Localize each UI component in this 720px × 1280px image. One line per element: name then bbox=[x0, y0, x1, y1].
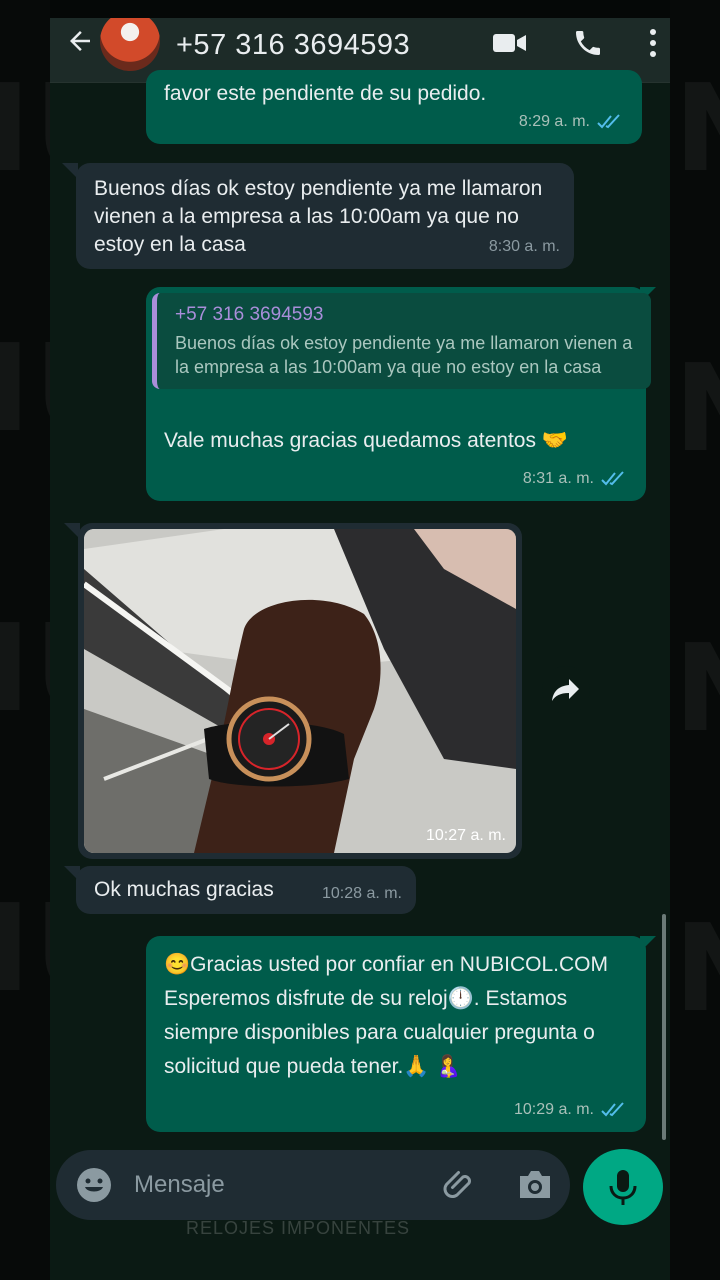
message-input-bar[interactable]: Mensaje bbox=[56, 1150, 570, 1220]
message-meta: 8:31 a. m. bbox=[523, 465, 628, 493]
chat-screen: +57 316 3694593 favor este pendiente de … bbox=[50, 18, 670, 1280]
double-check-icon bbox=[601, 1102, 624, 1117]
watermark-brand: NUBI bbox=[0, 600, 50, 739]
message-meta: 10:29 a. m. bbox=[514, 1096, 628, 1124]
watermark-brand: NUBI bbox=[674, 340, 720, 479]
video-call-icon[interactable] bbox=[492, 30, 528, 56]
message-outgoing[interactable]: favor este pendiente de su pedido. 8:29 … bbox=[146, 70, 642, 144]
message-input[interactable]: Mensaje bbox=[134, 1171, 225, 1199]
watermark-brand: NUBI bbox=[674, 900, 720, 1039]
message-time: 8:29 a. m. bbox=[518, 113, 590, 130]
message-outgoing[interactable]: 😊Gracias usted por confiar en NUBICOL.CO… bbox=[146, 936, 646, 1132]
contact-avatar[interactable] bbox=[100, 18, 160, 71]
right-watermark-strip: NUBI NUBI NUBI NUBI bbox=[670, 0, 720, 1280]
message-outgoing-reply[interactable]: +57 316 3694593 Buenos días ok estoy pen… bbox=[146, 287, 651, 501]
camera-icon[interactable] bbox=[516, 1167, 554, 1208]
emoji-icon[interactable] bbox=[76, 1167, 112, 1203]
message-time: 8:30 a. m. bbox=[488, 238, 560, 255]
back-arrow-icon[interactable] bbox=[60, 21, 100, 61]
mic-button[interactable] bbox=[583, 1149, 663, 1225]
message-text: Vale muchas gracias quedamos atentos 🤝 bbox=[164, 429, 568, 452]
watermark-brand: NUBI bbox=[674, 60, 720, 199]
more-options-icon[interactable] bbox=[648, 27, 658, 59]
message-incoming[interactable]: Buenos días ok estoy pendiente ya me lla… bbox=[76, 163, 574, 269]
watermark-brand: NUBI bbox=[674, 620, 720, 759]
attach-icon[interactable] bbox=[442, 1168, 478, 1209]
message-meta: 8:29 a. m. bbox=[519, 108, 624, 136]
quoted-message[interactable]: +57 316 3694593 Buenos días ok estoy pen… bbox=[152, 293, 651, 389]
mic-icon bbox=[609, 1170, 637, 1205]
message-text: Ok muchas gracias bbox=[94, 878, 274, 901]
forward-icon bbox=[552, 679, 579, 701]
double-check-icon bbox=[597, 114, 620, 129]
phone-icon[interactable] bbox=[572, 27, 604, 59]
quoted-sender: +57 316 3694593 bbox=[175, 304, 324, 325]
quoted-text: Buenos días ok estoy pendiente ya me lla… bbox=[175, 333, 633, 377]
watermark-brand: NUBI bbox=[0, 320, 50, 459]
watermark-tagline: RELOJES IMPONENTES bbox=[186, 1218, 411, 1238]
watermark-brand: NUBI bbox=[0, 60, 50, 199]
double-check-icon bbox=[601, 471, 624, 486]
message-time: 10:28 a. m. bbox=[321, 885, 402, 902]
message-incoming-image[interactable]: 10:27 a. m. bbox=[78, 523, 522, 859]
forward-button[interactable] bbox=[542, 666, 590, 714]
message-incoming[interactable]: Ok muchas gracias 10:28 a. m. bbox=[76, 866, 416, 914]
message-text: favor este pendiente de su pedido. bbox=[164, 82, 487, 105]
left-watermark-strip: NUBI NUBI NUBI NUBI bbox=[0, 0, 50, 1280]
contact-name[interactable]: +57 316 3694593 bbox=[176, 29, 410, 62]
message-time: 10:29 a. m. bbox=[513, 1101, 594, 1118]
message-time: 8:31 a. m. bbox=[522, 470, 594, 487]
scrollbar[interactable] bbox=[662, 914, 666, 1140]
message-time: 10:27 a. m. bbox=[425, 827, 506, 844]
message-text: 😊Gracias usted por confiar en NUBICOL.CO… bbox=[164, 953, 608, 1078]
watermark-brand: NUBI bbox=[0, 880, 50, 1019]
wristwatch-photo-illustration bbox=[84, 529, 516, 853]
photo-wristwatch[interactable] bbox=[84, 529, 516, 853]
